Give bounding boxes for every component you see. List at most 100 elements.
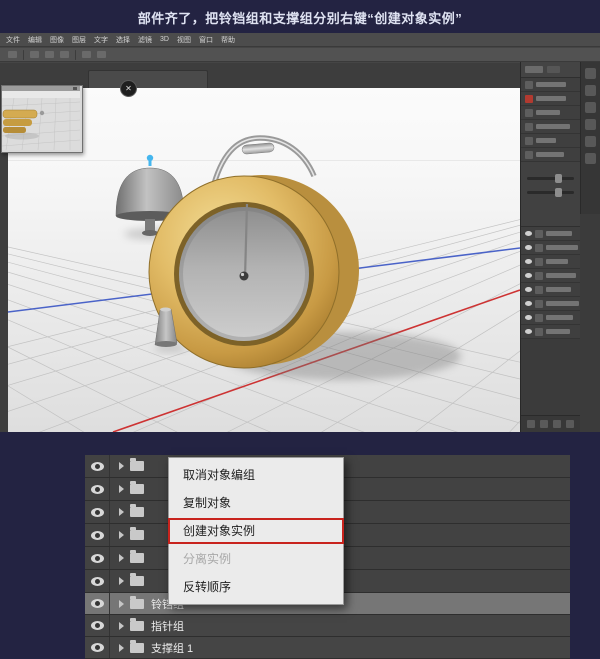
panel-footer-icon[interactable]: [553, 420, 561, 428]
expand-arrow-icon[interactable]: [119, 554, 124, 562]
panel-row[interactable]: [521, 325, 580, 339]
options-bar-icon[interactable]: [82, 51, 91, 58]
visibility-eye-icon[interactable]: [90, 621, 104, 630]
expand-arrow-icon[interactable]: [119, 508, 124, 516]
visibility-eye-icon[interactable]: [525, 259, 532, 264]
panel-footer-icon[interactable]: [540, 420, 548, 428]
panel-row[interactable]: [521, 311, 580, 325]
panel-row[interactable]: [521, 241, 580, 255]
photoshop-window: 文件 编辑 图像 图层 文字 选择 滤镜 3D 视图 窗口 帮助 ✕: [0, 33, 600, 433]
menu-item-create-object-instance[interactable]: 创建对象实例: [168, 517, 344, 545]
dock-panel-icon[interactable]: [585, 119, 596, 130]
menu-item-filter[interactable]: 滤镜: [138, 35, 152, 45]
visibility-eye-icon[interactable]: [525, 329, 532, 334]
menu-item-window[interactable]: 窗口: [199, 35, 213, 45]
expand-arrow-icon[interactable]: [119, 577, 124, 585]
options-bar-icon[interactable]: [60, 51, 69, 58]
visibility-eye-icon[interactable]: [525, 315, 532, 320]
property-slider[interactable]: [527, 174, 574, 183]
properties-panel: [521, 162, 580, 227]
menu-item-layer[interactable]: 图层: [72, 35, 86, 45]
group-folder-icon: [130, 527, 144, 540]
expand-arrow-icon[interactable]: [119, 531, 124, 539]
visibility-eye-icon[interactable]: [90, 599, 104, 608]
visibility-eye-icon[interactable]: [525, 273, 532, 278]
panel-row[interactable]: [521, 148, 580, 162]
expand-arrow-icon[interactable]: [119, 485, 124, 493]
expand-arrow-icon[interactable]: [119, 599, 124, 608]
group-folder-icon: [130, 458, 144, 471]
visibility-eye-icon[interactable]: [90, 461, 104, 471]
menu-item-duplicate-object[interactable]: 复制对象: [169, 489, 343, 517]
visibility-eye-icon[interactable]: [525, 231, 532, 236]
context-menu: 取消对象编组 复制对象 创建对象实例 分离实例 反转顺序: [168, 457, 344, 605]
expand-arrow-icon[interactable]: [119, 621, 124, 630]
visibility-eye-icon[interactable]: [90, 507, 104, 517]
panel-row[interactable]: [521, 92, 580, 106]
visibility-eye-icon[interactable]: [90, 553, 104, 563]
options-bar-icon[interactable]: [97, 51, 106, 58]
options-bar-icon[interactable]: [30, 51, 39, 58]
panel-row-icon: [535, 313, 543, 322]
group-folder-icon: [130, 595, 144, 609]
dock-panel-icon[interactable]: [585, 68, 596, 79]
menu-item-image[interactable]: 图像: [50, 35, 64, 45]
panel-row[interactable]: [521, 269, 580, 283]
panel-tab-strip: [521, 62, 580, 78]
visibility-eye-icon[interactable]: [90, 530, 104, 540]
menu-item-edit[interactable]: 编辑: [28, 35, 42, 45]
panel-footer-icon[interactable]: [527, 420, 535, 428]
tool-preset-icon[interactable]: [8, 51, 17, 58]
panel-tab[interactable]: [547, 66, 560, 73]
panel-row-icon: [525, 80, 533, 89]
menu-item-file[interactable]: 文件: [6, 35, 20, 45]
visibility-eye-icon[interactable]: [90, 643, 104, 652]
visibility-eye-icon[interactable]: [525, 301, 532, 306]
property-slider[interactable]: [527, 188, 574, 197]
panel-row-red-swatch: [525, 94, 533, 103]
dock-panel-icon[interactable]: [585, 102, 596, 113]
panel-row[interactable]: [521, 134, 580, 148]
panel-row-icon: [535, 243, 543, 252]
collapsed-panel-dock: [580, 62, 600, 214]
panel-row-icon: [535, 257, 543, 266]
menu-item-3d[interactable]: 3D: [160, 36, 169, 43]
expand-arrow-icon[interactable]: [119, 462, 124, 470]
panel-row[interactable]: [521, 78, 580, 92]
expand-arrow-icon[interactable]: [119, 643, 124, 652]
options-bar-icon[interactable]: [45, 51, 54, 58]
menu-item-help[interactable]: 帮助: [221, 35, 235, 45]
canvas-3d-view[interactable]: ✕: [7, 80, 521, 433]
document-tab[interactable]: [88, 70, 208, 89]
layer-row-hands-group[interactable]: 指针组: [85, 615, 570, 637]
menu-item-reverse-order[interactable]: 反转顺序: [169, 573, 343, 601]
menu-item-separate-instance: 分离实例: [183, 552, 232, 566]
dock-panel-icon[interactable]: [585, 85, 596, 96]
dock-panel-icon[interactable]: [585, 153, 596, 164]
panel-row[interactable]: [521, 283, 580, 297]
panel-row-icon: [535, 327, 543, 336]
menu-item-type[interactable]: 文字: [94, 35, 108, 45]
visibility-eye-icon[interactable]: [525, 245, 532, 250]
panel-row[interactable]: [521, 297, 580, 311]
menu-item-select[interactable]: 选择: [116, 35, 130, 45]
visibility-eye-icon[interactable]: [90, 576, 104, 586]
menu-item-ungroup-objects[interactable]: 取消对象编组: [169, 461, 343, 489]
panel-row[interactable]: [521, 255, 580, 269]
menu-item-view[interactable]: 视图: [177, 35, 191, 45]
dock-panel-icon[interactable]: [585, 136, 596, 147]
delete-icon[interactable]: [566, 420, 574, 428]
panel-row[interactable]: [521, 106, 580, 120]
close-secondary-view-icon[interactable]: ✕: [120, 80, 137, 97]
secondary-view-panel[interactable]: [1, 85, 83, 153]
panel-row[interactable]: [521, 120, 580, 134]
layer-label: 指针组: [151, 620, 184, 633]
layer-label: 支撑组 1: [151, 642, 194, 655]
visibility-eye-icon[interactable]: [90, 484, 104, 494]
panel-row[interactable]: [521, 227, 580, 241]
panel-footer: [521, 415, 580, 432]
layer-row-support-group[interactable]: 支撑组 1: [85, 637, 570, 659]
panel-tab[interactable]: [525, 66, 543, 73]
panel-row-icon: [525, 136, 533, 145]
visibility-eye-icon[interactable]: [525, 287, 532, 292]
